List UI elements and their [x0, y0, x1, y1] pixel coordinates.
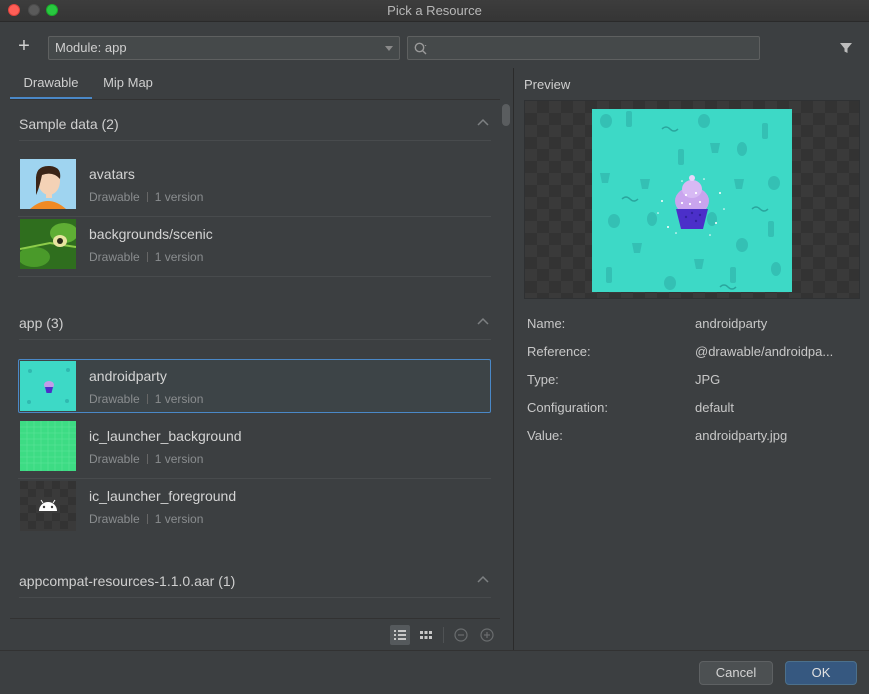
- property-label: Type:: [527, 372, 559, 387]
- list-item-selected[interactable]: androidparty Drawable 1 version: [18, 359, 491, 413]
- grid-view-icon: [420, 631, 432, 639]
- meta-divider: [146, 454, 148, 464]
- green-grid-thumbnail: [20, 421, 76, 471]
- list-item[interactable]: ic_launcher_foreground Drawable 1 version: [18, 479, 491, 533]
- dialog-footer: Cancel OK: [0, 650, 869, 694]
- list-item[interactable]: ic_launcher_background Drawable 1 version: [18, 419, 491, 479]
- property-label: Value:: [527, 428, 563, 443]
- item-meta: Drawable 1 version: [89, 452, 203, 466]
- toolbar: + Module: app: [0, 22, 869, 68]
- property-row: Configuration: default: [527, 400, 867, 420]
- item-versions: 1 version: [154, 250, 204, 264]
- item-type: Drawable: [89, 392, 140, 406]
- property-label: Reference:: [527, 344, 591, 359]
- tab-drawable[interactable]: Drawable: [10, 68, 92, 100]
- property-value: androidparty: [695, 316, 768, 331]
- search-icon: [414, 42, 427, 55]
- property-label: Name:: [527, 316, 566, 331]
- scrollbar-thumb[interactable]: [502, 104, 510, 126]
- zoom-out-icon: [454, 628, 468, 642]
- resource-list: Sample data (2) avatars Drawable 1 versio…: [0, 100, 500, 618]
- item-versions: 1 version: [154, 392, 204, 406]
- cancel-button[interactable]: Cancel: [699, 661, 773, 685]
- item-type: Drawable: [89, 452, 140, 466]
- property-row: Value: androidparty.jpg: [527, 428, 867, 448]
- zoom-in-button[interactable]: [477, 625, 497, 645]
- zoom-out-button[interactable]: [451, 625, 471, 645]
- list-view-button[interactable]: [390, 625, 410, 645]
- chevron-up-icon[interactable]: [477, 317, 489, 325]
- property-value: JPG: [695, 372, 721, 387]
- property-row: Type: JPG: [527, 372, 867, 392]
- add-resource-button[interactable]: +: [14, 36, 34, 56]
- item-name: androidparty: [89, 368, 167, 384]
- filter-icon[interactable]: [838, 40, 854, 56]
- item-divider: [18, 276, 491, 277]
- item-name: ic_launcher_foreground: [89, 488, 237, 504]
- item-type: Drawable: [89, 250, 140, 264]
- tab-mip-map[interactable]: Mip Map: [92, 68, 164, 100]
- meta-divider: [146, 514, 148, 524]
- meta-divider: [146, 252, 148, 262]
- module-dropdown[interactable]: Module: app: [48, 36, 400, 60]
- list-item[interactable]: avatars Drawable 1 version: [18, 157, 491, 217]
- search-input[interactable]: [432, 39, 752, 57]
- item-type: Drawable: [89, 190, 140, 204]
- item-name: avatars: [89, 166, 135, 182]
- grid-view-button[interactable]: [416, 625, 436, 645]
- section-header-appcompat[interactable]: appcompat-resources-1.1.0.aar (1): [19, 557, 491, 598]
- item-type: Drawable: [89, 512, 140, 526]
- item-meta: Drawable 1 version: [89, 392, 203, 406]
- ok-button[interactable]: OK: [785, 661, 857, 685]
- search-field[interactable]: [407, 36, 760, 60]
- section-title: app (3): [19, 315, 64, 331]
- list-item[interactable]: backgrounds/scenic Drawable 1 version: [18, 217, 491, 277]
- resource-list-panel: Drawable Mip Map Sample data (2) avatars: [0, 68, 513, 650]
- section-title: appcompat-resources-1.1.0.aar (1): [19, 573, 236, 589]
- module-dropdown-value: Module: app: [55, 40, 127, 55]
- item-name: backgrounds/scenic: [89, 226, 213, 242]
- item-versions: 1 version: [154, 512, 204, 526]
- item-versions: 1 version: [154, 190, 204, 204]
- section-header-sample-data[interactable]: Sample data (2): [19, 100, 491, 141]
- toolbar-separator: [443, 627, 444, 643]
- item-meta: Drawable 1 version: [89, 190, 203, 204]
- chevron-up-icon[interactable]: [477, 118, 489, 126]
- chevron-up-icon[interactable]: [477, 575, 489, 583]
- android-head-thumbnail: [20, 481, 76, 531]
- window-title: Pick a Resource: [387, 3, 482, 18]
- property-value: default: [695, 400, 735, 415]
- list-view-icon: [394, 630, 406, 640]
- item-meta: Drawable 1 version: [89, 250, 203, 264]
- property-row: Name: androidparty: [527, 316, 867, 336]
- cupcake-thumbnail: [20, 361, 76, 411]
- zoom-in-icon: [480, 628, 494, 642]
- section-header-app[interactable]: app (3): [19, 299, 491, 340]
- meta-divider: [146, 394, 148, 404]
- property-value: androidparty.jpg: [695, 428, 788, 443]
- scenic-thumbnail: [20, 219, 76, 269]
- meta-divider: [146, 192, 148, 202]
- property-label: Configuration:: [527, 400, 608, 415]
- section-title: Sample data (2): [19, 116, 119, 132]
- list-scrollbar[interactable]: [500, 100, 513, 618]
- item-meta: Drawable 1 version: [89, 512, 203, 526]
- preview-panel: Preview Name: androidparty Reference: @d…: [514, 68, 869, 650]
- chevron-down-icon: [385, 46, 393, 51]
- property-value: @drawable/androidpa...: [695, 344, 834, 359]
- androidparty-preview-image: [592, 109, 792, 292]
- item-versions: 1 version: [154, 452, 204, 466]
- avatar-thumbnail: [20, 159, 76, 209]
- list-view-controls: [10, 618, 500, 650]
- preview-image-area: [524, 100, 860, 299]
- property-row: Reference: @drawable/androidpa...: [527, 344, 867, 364]
- item-name: ic_launcher_background: [89, 428, 242, 444]
- title-bar: Pick a Resource: [0, 0, 869, 22]
- preview-heading: Preview: [524, 77, 571, 92]
